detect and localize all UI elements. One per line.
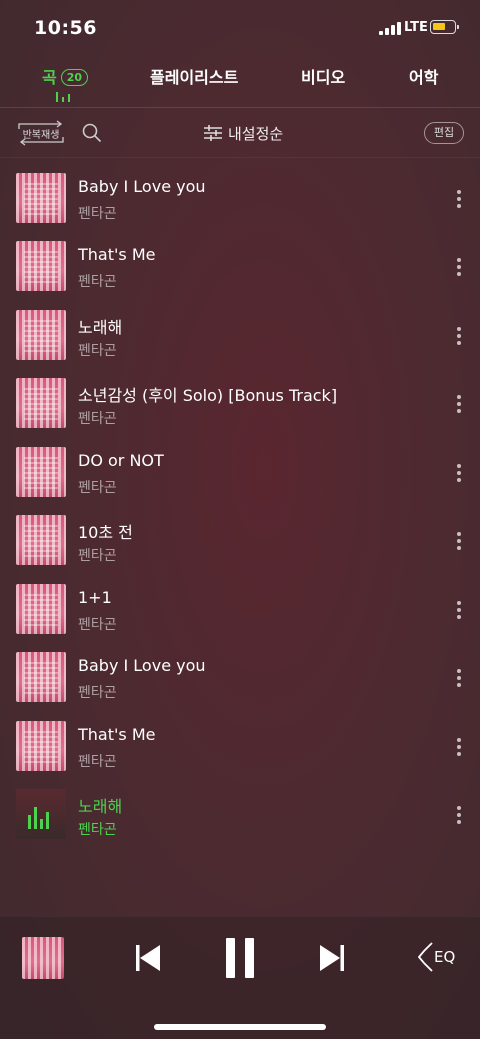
- mini-player: EQ: [0, 916, 480, 1039]
- song-artist: 펜타곤: [78, 343, 117, 359]
- song-title: That's Me: [78, 245, 156, 264]
- song-artist: 펜타곤: [78, 411, 117, 427]
- battery-icon: [430, 20, 459, 34]
- song-artist: 펜타곤: [78, 685, 117, 701]
- song-artist: 펜타곤: [78, 548, 117, 564]
- song-item-now-playing[interactable]: 노래해 펜타곤: [0, 778, 480, 846]
- song-title: 10초 전: [78, 523, 133, 542]
- song-title: 노래해: [78, 797, 123, 816]
- song-title: 소년감성 (후이 Solo) [Bonus Track]: [78, 386, 338, 405]
- pause-icon[interactable]: [224, 938, 256, 978]
- song-item[interactable]: Baby I Love you 펜타곤: [0, 162, 480, 230]
- song-count-badge: 20: [60, 69, 89, 86]
- equalizer-bars-icon: [28, 803, 54, 829]
- network-type: LTE: [404, 20, 428, 35]
- song-artist: 펜타곤: [78, 274, 117, 290]
- repeat-button[interactable]: 반복재생: [16, 120, 66, 146]
- eq-label: EQ: [434, 948, 456, 966]
- more-vertical-icon[interactable]: [453, 669, 465, 687]
- song-item[interactable]: 소년감성 (후이 Solo) [Bonus Track] 펜타곤: [0, 367, 480, 435]
- album-art: [16, 378, 66, 428]
- toolbar-divider: [0, 157, 480, 158]
- previous-icon[interactable]: [134, 944, 162, 972]
- repeat-label: 반복재생: [22, 130, 60, 141]
- album-art: [16, 584, 66, 634]
- song-item[interactable]: That's Me 펜타곤: [0, 710, 480, 778]
- tab-video[interactable]: 비디오: [301, 64, 345, 88]
- status-time: 10:56: [34, 17, 97, 39]
- song-item[interactable]: DO or NOT 펜타곤: [0, 436, 480, 504]
- song-title: DO or NOT: [78, 451, 164, 470]
- more-vertical-icon[interactable]: [453, 258, 465, 276]
- tab-playlist[interactable]: 플레이리스트: [150, 64, 238, 88]
- more-vertical-icon[interactable]: [453, 395, 465, 413]
- more-vertical-icon[interactable]: [453, 601, 465, 619]
- player-album-art[interactable]: [22, 937, 64, 979]
- more-vertical-icon[interactable]: [453, 532, 465, 550]
- sort-label: 내설정순: [228, 124, 284, 143]
- status-bar: 10:56 LTE: [0, 0, 480, 56]
- more-vertical-icon[interactable]: [453, 806, 465, 824]
- album-art: [16, 652, 66, 702]
- album-art: [16, 310, 66, 360]
- song-item[interactable]: 10초 전 펜타곤: [0, 504, 480, 572]
- album-art: [16, 173, 66, 223]
- next-icon[interactable]: [318, 944, 346, 972]
- song-item[interactable]: Baby I Love you 펜타곤: [0, 641, 480, 709]
- song-artist: 펜타곤: [78, 754, 117, 770]
- tab-language[interactable]: 어학: [409, 64, 438, 88]
- category-tabs: 곡 20 플레이리스트 비디오 어학: [0, 62, 480, 106]
- more-vertical-icon[interactable]: [453, 190, 465, 208]
- album-art: [16, 241, 66, 291]
- edit-button[interactable]: 편집: [424, 122, 464, 144]
- eq-button[interactable]: EQ: [418, 941, 458, 973]
- signal-icon: [379, 22, 401, 35]
- album-art: [16, 447, 66, 497]
- tabs-divider: [0, 107, 480, 108]
- song-title: 1+1: [78, 588, 112, 607]
- sort-sliders-icon: [204, 125, 222, 141]
- tab-songs[interactable]: 곡 20: [42, 64, 89, 88]
- album-art: [16, 515, 66, 565]
- more-vertical-icon[interactable]: [453, 327, 465, 345]
- song-title: That's Me: [78, 725, 156, 744]
- more-vertical-icon[interactable]: [453, 464, 465, 482]
- home-indicator[interactable]: [154, 1024, 326, 1030]
- song-item[interactable]: 노래해 펜타곤: [0, 299, 480, 367]
- song-item[interactable]: 1+1 펜타곤: [0, 573, 480, 641]
- song-title: Baby I Love you: [78, 177, 206, 196]
- song-artist: 펜타곤: [78, 822, 117, 838]
- list-toolbar: 반복재생 내설정순 편집: [0, 112, 480, 154]
- album-art: [16, 721, 66, 771]
- album-art-playing: [16, 789, 66, 839]
- more-vertical-icon[interactable]: [453, 738, 465, 756]
- search-icon[interactable]: [82, 123, 102, 143]
- song-item[interactable]: That's Me 펜타곤: [0, 230, 480, 298]
- sort-button[interactable]: 내설정순: [204, 122, 283, 144]
- song-title: 노래해: [78, 318, 123, 337]
- tab-songs-label: 곡: [42, 68, 57, 87]
- song-title: Baby I Love you: [78, 656, 206, 675]
- song-artist: 펜타곤: [78, 206, 117, 222]
- now-playing-indicator-icon: [56, 92, 72, 102]
- song-artist: 펜타곤: [78, 480, 117, 496]
- song-artist: 펜타곤: [78, 617, 117, 633]
